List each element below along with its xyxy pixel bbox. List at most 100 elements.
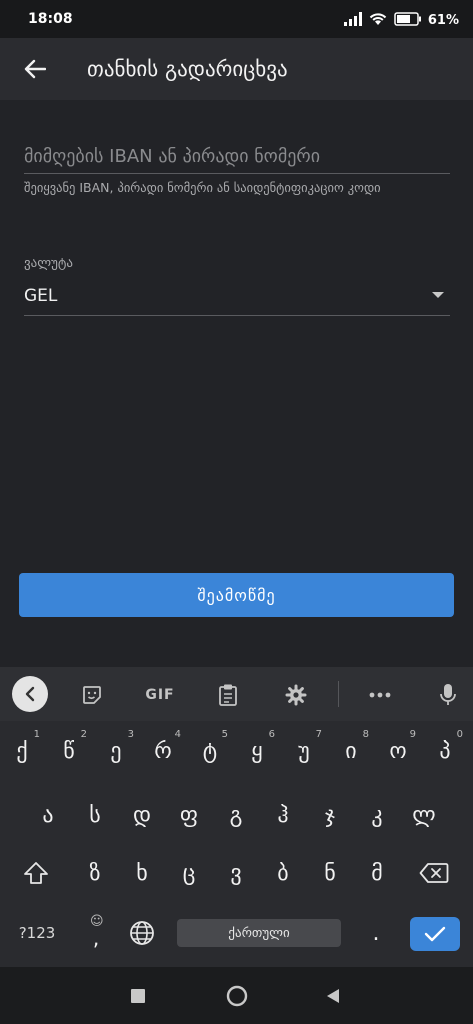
key-d[interactable]: დ bbox=[120, 791, 164, 839]
clipboard-button[interactable] bbox=[210, 677, 246, 713]
check-button[interactable]: შეამოწმე bbox=[19, 573, 454, 617]
more-dots-icon bbox=[369, 692, 391, 698]
key-hint: 7 bbox=[315, 729, 322, 740]
key-hint: 8 bbox=[362, 729, 369, 740]
signal-icon bbox=[343, 11, 362, 30]
key-label: ყ bbox=[251, 738, 263, 764]
key-label: რ bbox=[154, 738, 172, 764]
key-l[interactable]: ლ bbox=[402, 791, 446, 839]
key-m[interactable]: მ bbox=[355, 849, 399, 897]
key-w[interactable]: წ2 bbox=[47, 727, 91, 775]
key-n[interactable]: ნ bbox=[308, 849, 352, 897]
dropdown-arrow-icon bbox=[432, 292, 444, 298]
enter-key[interactable] bbox=[410, 917, 460, 951]
key-i[interactable]: ი8 bbox=[329, 727, 373, 775]
key-hint: 5 bbox=[221, 729, 228, 740]
key-u[interactable]: უ7 bbox=[282, 727, 326, 775]
key-r[interactable]: რ4 bbox=[141, 727, 185, 775]
iban-input[interactable]: მიმღების IBAN ან პირადი ნომერი bbox=[24, 140, 450, 174]
sticker-button[interactable] bbox=[74, 677, 110, 713]
gear-icon bbox=[285, 684, 307, 706]
key-row-2: ა ს დ ფ გ ჰ ჯ კ ლ bbox=[0, 791, 473, 839]
key-hint: 1 bbox=[33, 729, 40, 740]
key-label: ე bbox=[110, 738, 122, 764]
emoji-hint-icon: ☺ bbox=[90, 914, 104, 929]
key-label: წ bbox=[63, 738, 75, 764]
key-label: ტ bbox=[202, 738, 218, 764]
check-icon bbox=[424, 926, 446, 942]
comma-label: , bbox=[92, 926, 100, 950]
key-c[interactable]: ც bbox=[167, 849, 211, 897]
system-nav-bar bbox=[0, 967, 473, 1024]
key-hint: 3 bbox=[127, 729, 134, 740]
key-t[interactable]: ტ5 bbox=[188, 727, 232, 775]
keyboard: GIF ქ1 წ2 ე3 რ4 ტ5 ყ6 უ7 ი8 ო9 პ0 ა ს დ … bbox=[0, 667, 473, 967]
key-v[interactable]: ვ bbox=[214, 849, 258, 897]
key-b[interactable]: ბ bbox=[261, 849, 305, 897]
iban-placeholder: მიმღების IBAN ან პირადი ნომერი bbox=[24, 146, 321, 167]
shift-icon bbox=[24, 862, 48, 884]
key-z[interactable]: ზ bbox=[73, 849, 117, 897]
globe-icon bbox=[130, 921, 154, 945]
back-button[interactable] bbox=[18, 52, 52, 86]
page-title: თანხის გადარიცხვა bbox=[87, 57, 288, 81]
more-button[interactable] bbox=[362, 677, 398, 713]
back-nav-button[interactable] bbox=[318, 981, 348, 1011]
status-time: 18:08 bbox=[28, 11, 73, 27]
key-y[interactable]: ყ6 bbox=[235, 727, 279, 775]
key-j[interactable]: ჯ bbox=[308, 791, 352, 839]
key-s[interactable]: ს bbox=[73, 791, 117, 839]
key-f[interactable]: ფ bbox=[167, 791, 211, 839]
gif-button[interactable]: GIF bbox=[139, 677, 181, 713]
key-hint: 9 bbox=[409, 729, 416, 740]
key-o[interactable]: ო9 bbox=[376, 727, 420, 775]
language-key[interactable] bbox=[120, 909, 164, 957]
comma-key[interactable]: ☺ , bbox=[74, 909, 118, 957]
key-x[interactable]: ხ bbox=[120, 849, 164, 897]
key-row-4: ?123 ☺ , ქართული . bbox=[0, 909, 473, 957]
key-label: ი bbox=[345, 738, 357, 764]
key-h[interactable]: ჰ bbox=[261, 791, 305, 839]
period-key[interactable]: . bbox=[354, 909, 398, 957]
status-icons: 61% bbox=[343, 10, 459, 30]
home-circle-icon bbox=[226, 985, 248, 1007]
currency-select[interactable]: GEL bbox=[24, 278, 450, 316]
key-k2[interactable]: კ bbox=[355, 791, 399, 839]
status-bar: 18:08 61% bbox=[0, 0, 473, 38]
symbols-key[interactable]: ?123 bbox=[12, 909, 62, 957]
backspace-icon bbox=[419, 863, 449, 883]
key-hint: 0 bbox=[456, 729, 463, 740]
battery-percent: 61% bbox=[427, 12, 459, 28]
key-g[interactable]: გ bbox=[214, 791, 258, 839]
keyboard-toolbar: GIF bbox=[0, 667, 473, 721]
key-row-1: ქ1 წ2 ე3 რ4 ტ5 ყ6 უ7 ი8 ო9 პ0 bbox=[0, 727, 473, 775]
key-row-3: ზ ხ ც ვ ბ ნ მ bbox=[0, 849, 473, 897]
home-button[interactable] bbox=[222, 981, 252, 1011]
clipboard-icon bbox=[219, 684, 237, 706]
backspace-key[interactable] bbox=[412, 849, 456, 897]
toolbar-divider bbox=[338, 681, 339, 707]
currency-value: GEL bbox=[24, 286, 58, 306]
collapse-button[interactable] bbox=[12, 676, 48, 712]
space-key[interactable]: ქართული bbox=[177, 919, 341, 947]
key-hint: 4 bbox=[174, 729, 181, 740]
currency-label: ვალუტა bbox=[24, 256, 74, 271]
key-a[interactable]: ა bbox=[26, 791, 70, 839]
settings-button[interactable] bbox=[278, 677, 314, 713]
microphone-icon bbox=[440, 684, 456, 705]
battery-icon bbox=[394, 11, 422, 30]
key-p[interactable]: პ0 bbox=[423, 727, 467, 775]
iban-helper-text: შეიყვანე IBAN, პირადი ნომერი ან საიდენტი… bbox=[24, 180, 381, 195]
key-k[interactable]: ქ1 bbox=[0, 727, 44, 775]
square-icon bbox=[131, 989, 145, 1003]
key-e[interactable]: ე3 bbox=[94, 727, 138, 775]
recents-button[interactable] bbox=[123, 981, 153, 1011]
key-hint: 6 bbox=[268, 729, 275, 740]
triangle-back-icon bbox=[327, 989, 339, 1003]
voice-input-button[interactable] bbox=[430, 677, 466, 713]
sticker-icon bbox=[83, 686, 101, 704]
app-bar: თანხის გადარიცხვა bbox=[0, 38, 473, 100]
key-hint: 2 bbox=[80, 729, 87, 740]
shift-key[interactable] bbox=[14, 849, 58, 897]
wifi-icon bbox=[368, 11, 388, 30]
